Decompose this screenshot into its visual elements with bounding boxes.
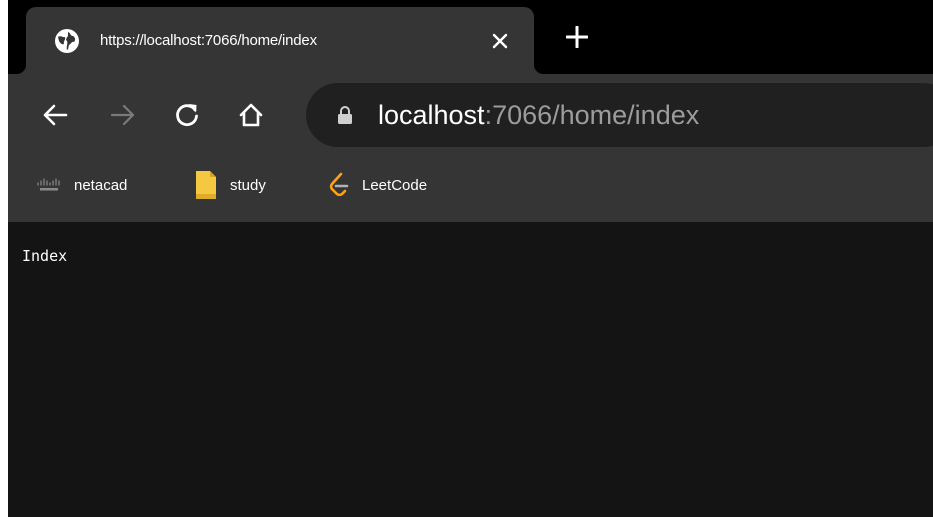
lock-icon[interactable] [336,105,354,125]
tab-title: https://localhost:7066/home/index [100,32,317,49]
tab-corner-left [16,64,26,74]
cisco-icon [37,178,60,191]
close-icon [492,33,508,49]
tab-strip: https://localhost:7066/home/index [8,0,933,74]
bookmark-label: netacad [74,176,128,194]
bookmark-label: study [230,176,266,194]
bookmark-study[interactable]: study [194,170,266,200]
leetcode-icon [329,172,349,197]
address-bar[interactable]: localhost:7066/home/index [306,83,933,147]
page-content: Index [8,222,933,517]
url-path: :7066/home/index [484,100,700,130]
globe-icon [55,29,79,53]
url-host: localhost [378,100,485,130]
home-button[interactable] [234,98,268,132]
arrow-left-icon [43,104,68,126]
reload-button[interactable] [170,98,204,132]
browser-window: https://localhost:7066/home/index localh… [8,0,933,517]
bookmarks-bar: netacad study LeetCode [8,156,933,222]
home-icon [239,103,263,127]
back-button[interactable] [38,98,72,132]
toolbar: localhost:7066/home/index [8,74,933,156]
tab-close-button[interactable] [486,27,514,55]
new-tab-button[interactable] [562,22,592,52]
url-text[interactable]: localhost:7066/home/index [378,98,699,132]
bookmark-leetcode[interactable]: LeetCode [328,170,427,200]
folder-icon [196,171,216,199]
active-tab[interactable]: https://localhost:7066/home/index [26,7,534,74]
bookmark-label: LeetCode [362,176,428,194]
arrow-right-icon [110,104,135,126]
forward-button[interactable] [106,98,140,132]
tab-corner-right [534,64,544,74]
reload-icon [176,104,198,127]
plus-icon [566,26,588,48]
bookmark-netacad[interactable]: netacad [36,170,127,200]
page-heading: Index [22,247,68,265]
